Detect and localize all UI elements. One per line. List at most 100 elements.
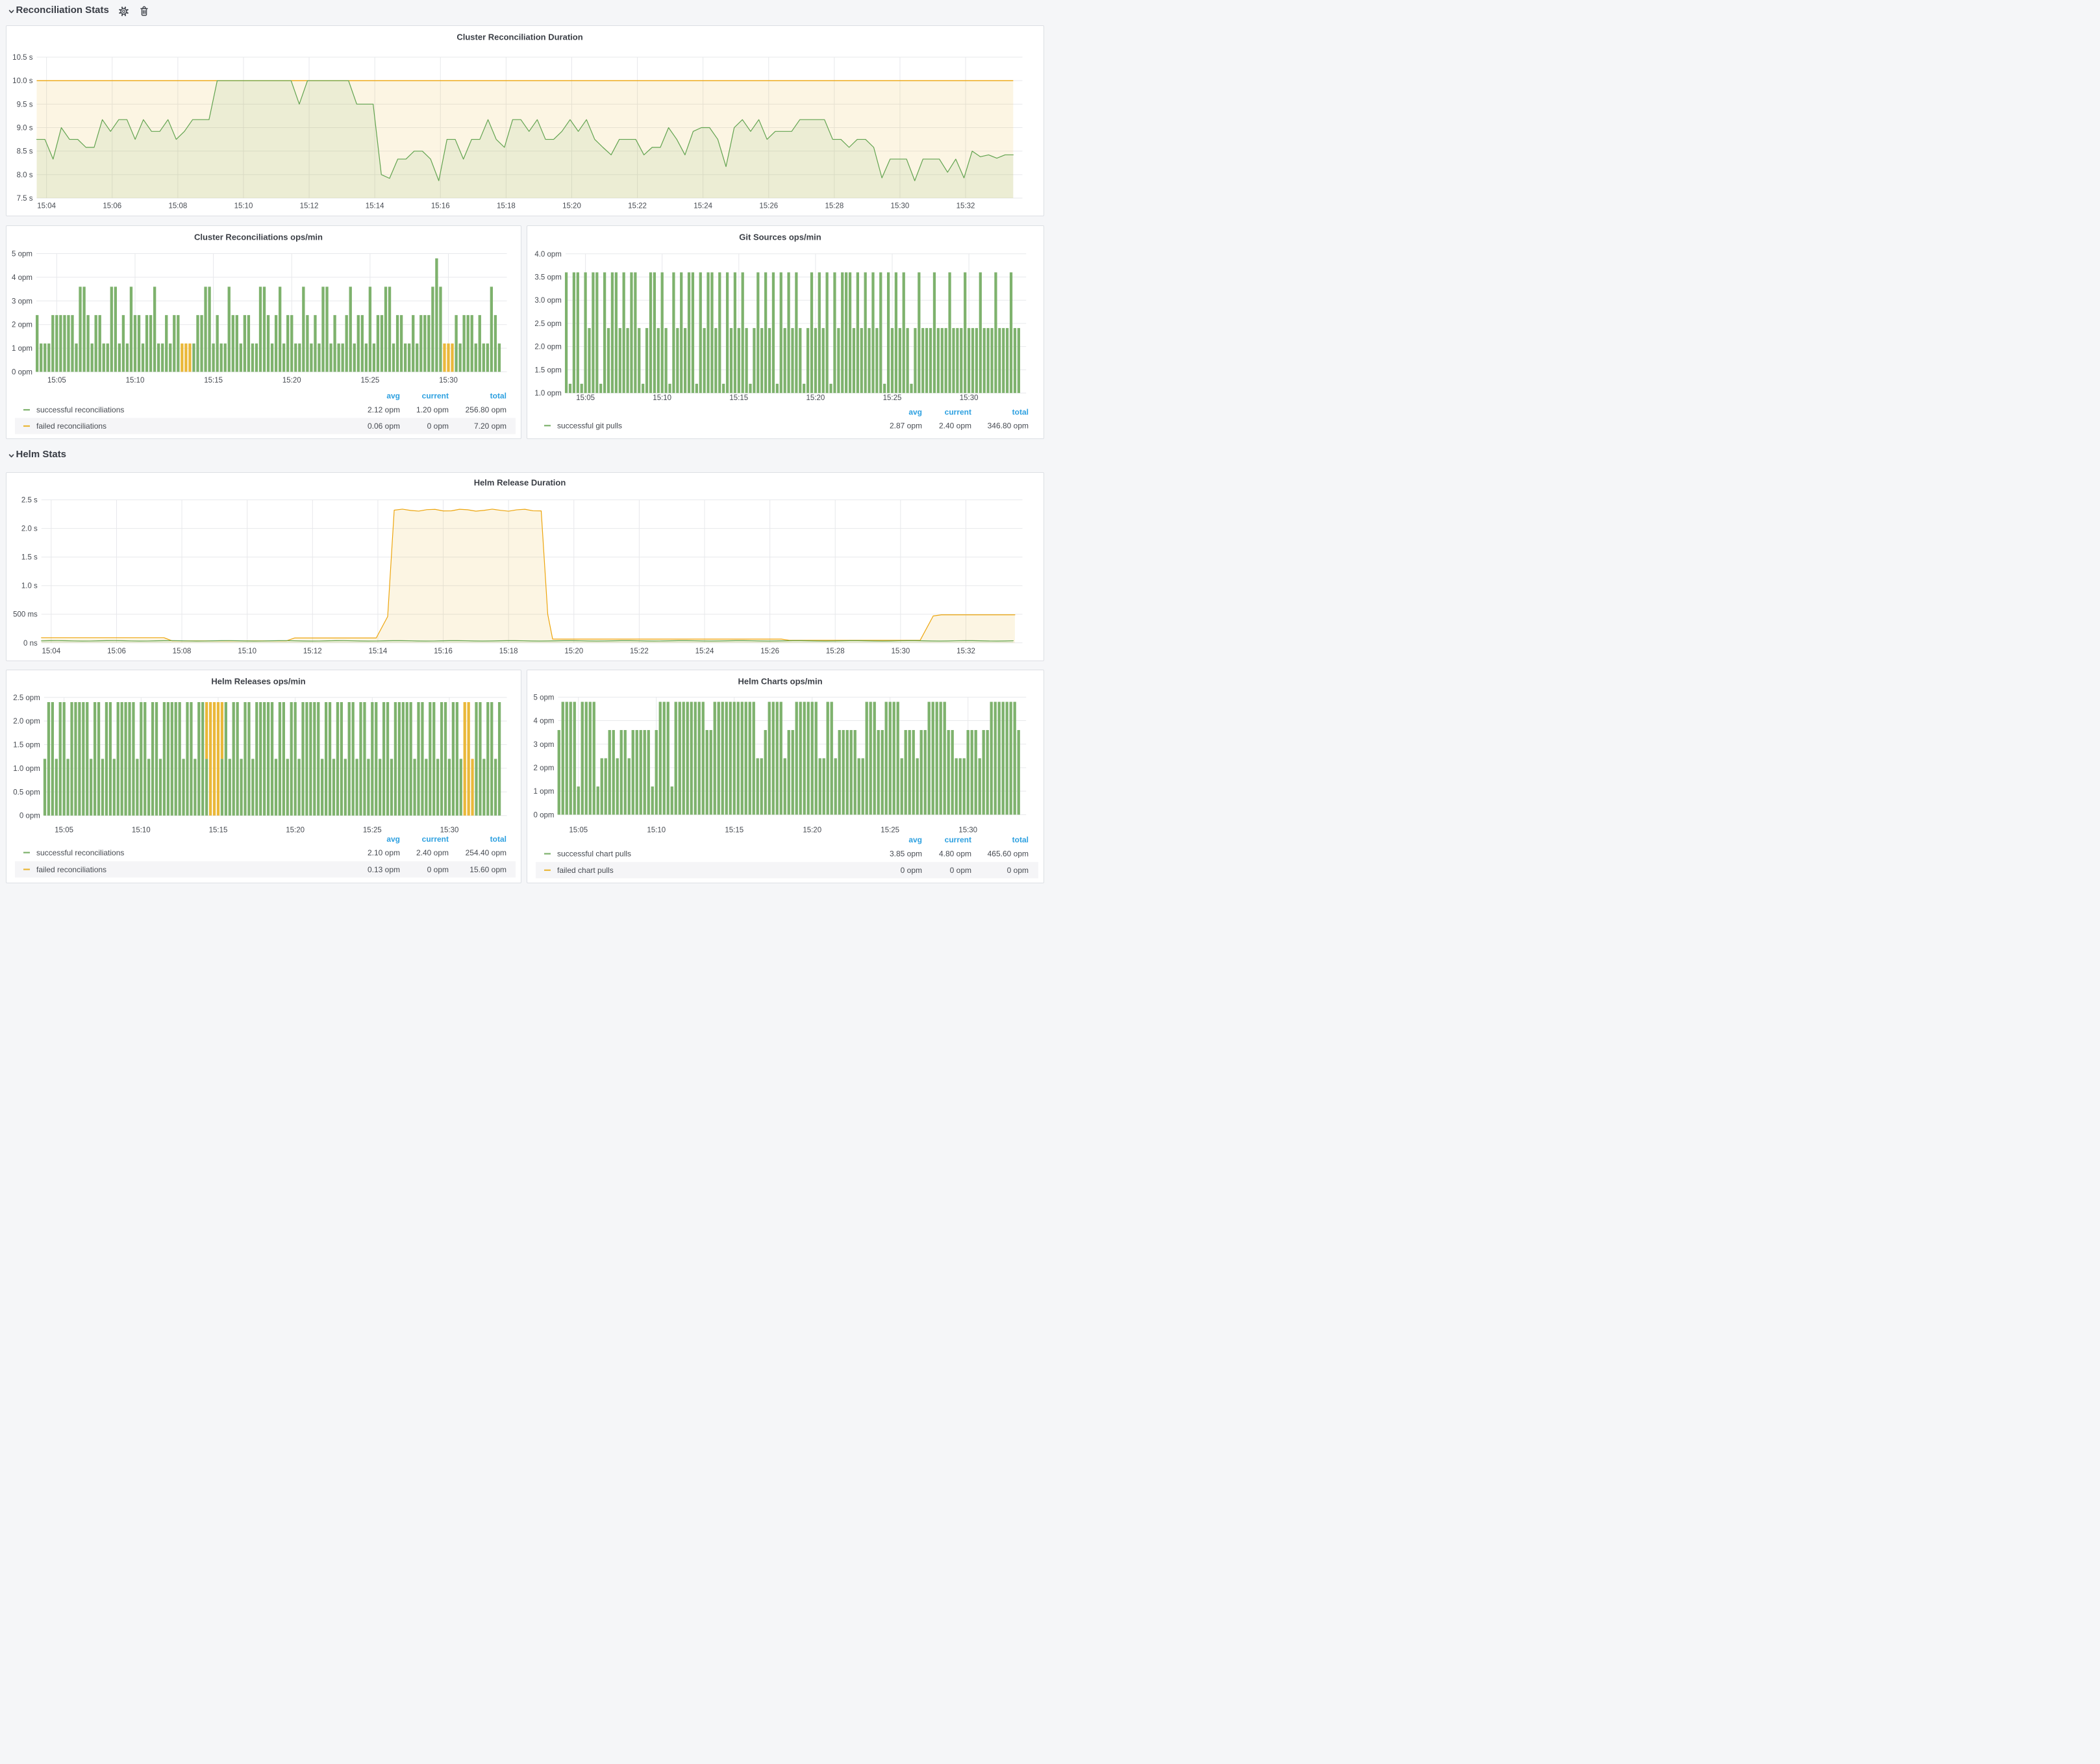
svg-text:0 ns: 0 ns	[23, 640, 38, 648]
svg-text:15:26: 15:26	[759, 202, 778, 210]
svg-text:15:28: 15:28	[825, 648, 844, 655]
svg-text:successful git pulls: successful git pulls	[557, 421, 622, 430]
svg-text:15:10: 15:10	[234, 202, 253, 210]
svg-text:1.20 opm: 1.20 opm	[416, 405, 449, 414]
svg-text:15:05: 15:05	[576, 394, 595, 402]
svg-text:current: current	[422, 391, 449, 400]
svg-text:4.80 opm: 4.80 opm	[939, 850, 971, 859]
svg-text:0 opm: 0 opm	[427, 422, 449, 431]
svg-text:2.40 opm: 2.40 opm	[416, 848, 449, 857]
svg-text:0 opm: 0 opm	[427, 865, 449, 874]
svg-text:15:10: 15:10	[238, 648, 256, 655]
svg-text:5 opm: 5 opm	[533, 694, 554, 702]
svg-text:avg: avg	[386, 835, 400, 844]
svg-text:15:15: 15:15	[725, 827, 744, 835]
svg-text:0.5 opm: 0.5 opm	[13, 789, 40, 797]
svg-text:1.5 opm: 1.5 opm	[13, 742, 40, 750]
svg-text:15:10: 15:10	[647, 827, 666, 835]
svg-text:15:30: 15:30	[960, 394, 979, 402]
svg-text:15:18: 15:18	[499, 648, 518, 655]
svg-text:10.5 s: 10.5 s	[12, 54, 33, 62]
svg-text:3 opm: 3 opm	[533, 741, 554, 749]
svg-text:total: total	[490, 835, 506, 844]
svg-text:15:12: 15:12	[299, 202, 318, 210]
svg-text:Helm Charts ops/min: Helm Charts ops/min	[738, 677, 822, 687]
svg-text:Cluster Reconciliation Duratio: Cluster Reconciliation Duration	[456, 32, 582, 42]
svg-text:15:20: 15:20	[282, 377, 301, 384]
svg-text:15:14: 15:14	[365, 202, 384, 210]
svg-text:2.0 opm: 2.0 opm	[13, 718, 40, 726]
svg-text:3 opm: 3 opm	[12, 297, 32, 305]
svg-text:Git Sources ops/min: Git Sources ops/min	[739, 232, 821, 242]
svg-text:10.0 s: 10.0 s	[12, 77, 33, 85]
svg-text:1.0 opm: 1.0 opm	[13, 765, 40, 773]
svg-text:0 opm: 0 opm	[533, 812, 554, 820]
svg-text:avg: avg	[386, 391, 400, 400]
svg-text:15:18: 15:18	[496, 202, 515, 210]
svg-text:0.06 opm: 0.06 opm	[368, 422, 400, 431]
svg-text:15:10: 15:10	[132, 827, 151, 835]
svg-text:15:30: 15:30	[890, 202, 909, 210]
svg-text:15:32: 15:32	[956, 202, 975, 210]
svg-text:1 opm: 1 opm	[533, 788, 554, 796]
svg-text:500 ms: 500 ms	[13, 611, 38, 618]
svg-text:15:20: 15:20	[286, 827, 305, 835]
svg-text:1.5 opm: 1.5 opm	[534, 366, 562, 374]
svg-text:successful reconciliations: successful reconciliations	[36, 405, 124, 414]
svg-text:failed chart pulls: failed chart pulls	[557, 866, 614, 875]
svg-text:1.5 s: 1.5 s	[21, 553, 37, 561]
svg-text:15:06: 15:06	[103, 202, 121, 210]
svg-text:successful chart pulls: successful chart pulls	[557, 850, 631, 859]
svg-text:3.0 opm: 3.0 opm	[534, 297, 562, 305]
svg-text:15:04: 15:04	[37, 202, 56, 210]
svg-text:15:05: 15:05	[55, 827, 73, 835]
svg-text:15:15: 15:15	[729, 394, 748, 402]
svg-text:0 opm: 0 opm	[12, 368, 32, 376]
svg-text:15:25: 15:25	[360, 377, 379, 384]
svg-text:4.0 opm: 4.0 opm	[534, 250, 562, 258]
svg-text:15:24: 15:24	[694, 202, 712, 210]
svg-text:4 opm: 4 opm	[533, 718, 554, 725]
svg-text:2.12 opm: 2.12 opm	[368, 405, 400, 414]
svg-text:15:16: 15:16	[431, 202, 449, 210]
svg-text:2.5 s: 2.5 s	[21, 496, 37, 504]
svg-text:15:20: 15:20	[806, 394, 825, 402]
svg-text:15:30: 15:30	[958, 827, 977, 835]
svg-text:8.0 s: 8.0 s	[16, 171, 32, 179]
svg-text:1.0 s: 1.0 s	[21, 582, 37, 590]
svg-text:total: total	[490, 391, 506, 400]
svg-text:failed reconciliations: failed reconciliations	[36, 422, 106, 431]
svg-text:15:16: 15:16	[434, 648, 453, 655]
svg-text:7.5 s: 7.5 s	[16, 195, 32, 203]
svg-text:15:32: 15:32	[956, 648, 975, 655]
svg-text:7.20 opm: 7.20 opm	[474, 422, 506, 431]
svg-text:15:10: 15:10	[653, 394, 671, 402]
svg-text:15:06: 15:06	[107, 648, 126, 655]
svg-text:15:08: 15:08	[172, 648, 191, 655]
svg-text:5 opm: 5 opm	[12, 250, 32, 258]
svg-text:9.0 s: 9.0 s	[16, 125, 32, 132]
svg-text:15:12: 15:12	[303, 648, 321, 655]
svg-text:8.5 s: 8.5 s	[16, 148, 32, 156]
svg-text:15:04: 15:04	[42, 648, 60, 655]
svg-text:Cluster Reconciliations ops/mi: Cluster Reconciliations ops/min	[194, 232, 323, 242]
svg-text:2.87 opm: 2.87 opm	[890, 421, 922, 430]
svg-text:3.5 opm: 3.5 opm	[534, 273, 562, 281]
svg-text:current: current	[944, 407, 971, 416]
svg-text:15.60 opm: 15.60 opm	[469, 865, 506, 874]
svg-text:1 opm: 1 opm	[12, 345, 32, 353]
svg-text:15:05: 15:05	[47, 377, 66, 384]
svg-text:current: current	[944, 836, 971, 845]
svg-text:1.0 opm: 1.0 opm	[534, 390, 562, 397]
svg-text:15:25: 15:25	[882, 394, 901, 402]
svg-text:15:20: 15:20	[803, 827, 821, 835]
svg-text:2 opm: 2 opm	[12, 321, 32, 329]
svg-text:15:30: 15:30	[439, 377, 458, 384]
svg-text:avg: avg	[908, 836, 922, 845]
svg-text:2.0 opm: 2.0 opm	[534, 343, 562, 351]
svg-text:0 opm: 0 opm	[19, 813, 40, 820]
svg-text:15:30: 15:30	[891, 648, 910, 655]
svg-text:15:26: 15:26	[760, 648, 779, 655]
svg-text:15:20: 15:20	[564, 648, 583, 655]
svg-text:346.80 opm: 346.80 opm	[987, 421, 1028, 430]
